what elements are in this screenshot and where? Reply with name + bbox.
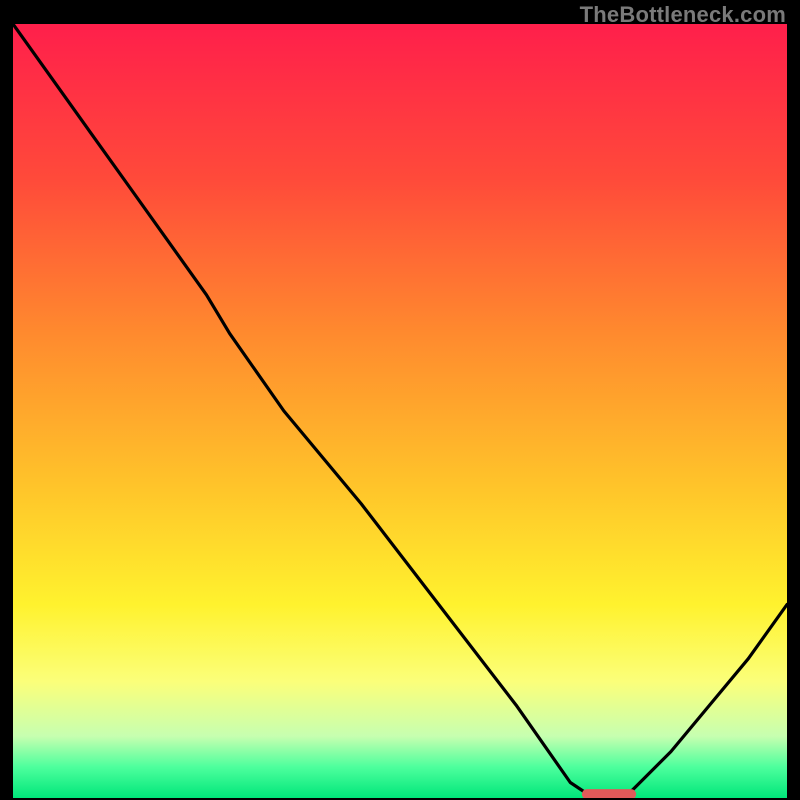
chart-background [13, 24, 787, 798]
optimal-marker [582, 789, 636, 798]
bottleneck-chart [13, 24, 787, 798]
